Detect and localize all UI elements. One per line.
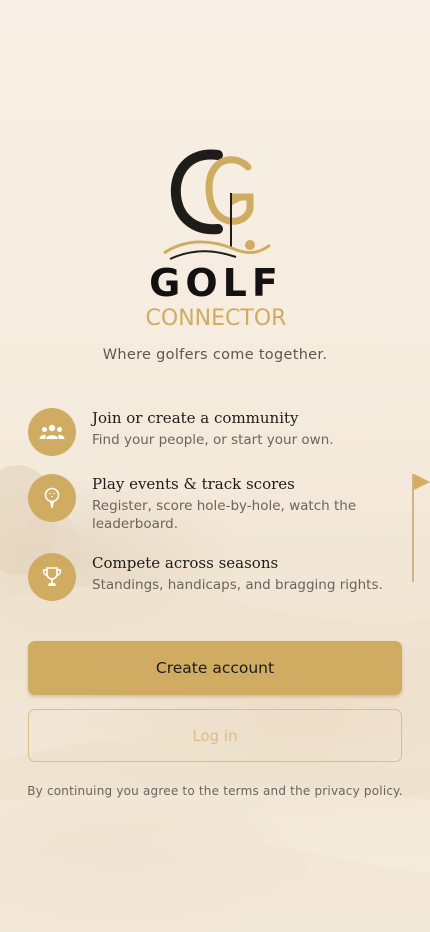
brand-name-connector: CONNECTOR <box>145 306 287 331</box>
flag-icon <box>414 474 430 490</box>
feature-events: Play events & track scores Register, sco… <box>28 474 408 533</box>
legal-suffix: . <box>398 784 403 798</box>
feature-description: Standings, handicaps, and bragging right… <box>92 577 383 593</box>
people-group-icon <box>28 408 76 456</box>
golf-ball-icon <box>245 240 255 250</box>
feature-description: Find your people, or start your own. <box>92 432 334 448</box>
terms-link[interactable]: terms <box>223 784 259 798</box>
legal-prefix: By continuing you agree to the <box>27 784 224 798</box>
feature-title: Play events & track scores <box>92 475 295 493</box>
golf-ball-tee-icon <box>28 474 76 522</box>
privacy-policy-link[interactable]: privacy policy <box>314 784 398 798</box>
legal-notice: By continuing you agree to the terms and… <box>0 784 430 798</box>
feature-community: Join or create a community Find your peo… <box>28 408 408 456</box>
golf-connector-logo: GOLF CONNECTOR <box>130 145 300 335</box>
brand-name-golf: GOLF <box>149 261 283 305</box>
log-in-button[interactable]: Log in <box>28 709 402 762</box>
tagline: Where golfers come together. <box>102 347 328 363</box>
feature-seasons: Compete across seasons Standings, handic… <box>28 553 408 601</box>
trophy-icon <box>28 553 76 601</box>
feature-description: Register, score hole-by-hole, watch the … <box>92 498 357 532</box>
feature-title: Compete across seasons <box>92 554 279 572</box>
feature-title: Join or create a community <box>92 409 299 427</box>
create-account-button[interactable]: Create account <box>28 641 402 695</box>
legal-middle: and the <box>258 784 315 798</box>
